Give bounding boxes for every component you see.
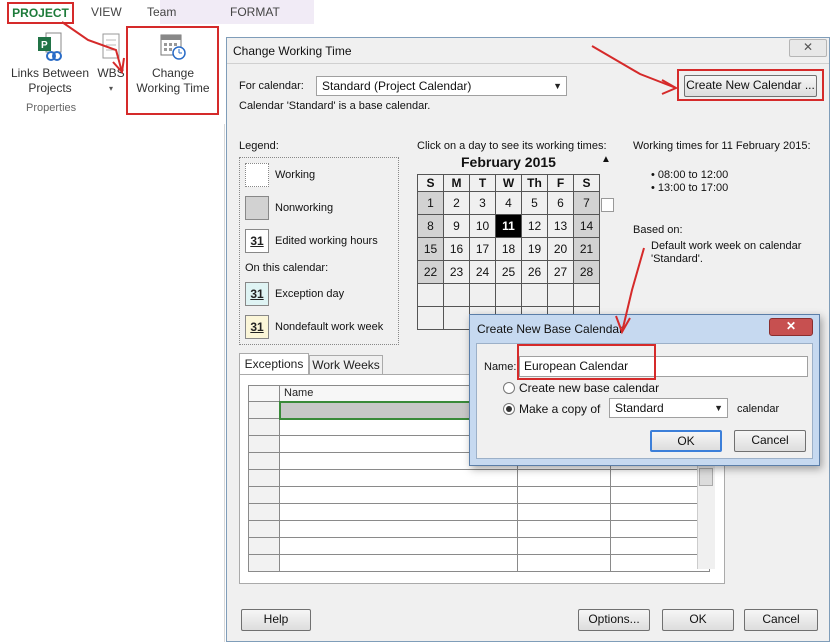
arrow-tab-to-button [61, 21, 123, 73]
annotation-arrows [61, 21, 679, 335]
arrowhead-2 [661, 79, 679, 95]
arrow-to-name-field [621, 247, 645, 333]
